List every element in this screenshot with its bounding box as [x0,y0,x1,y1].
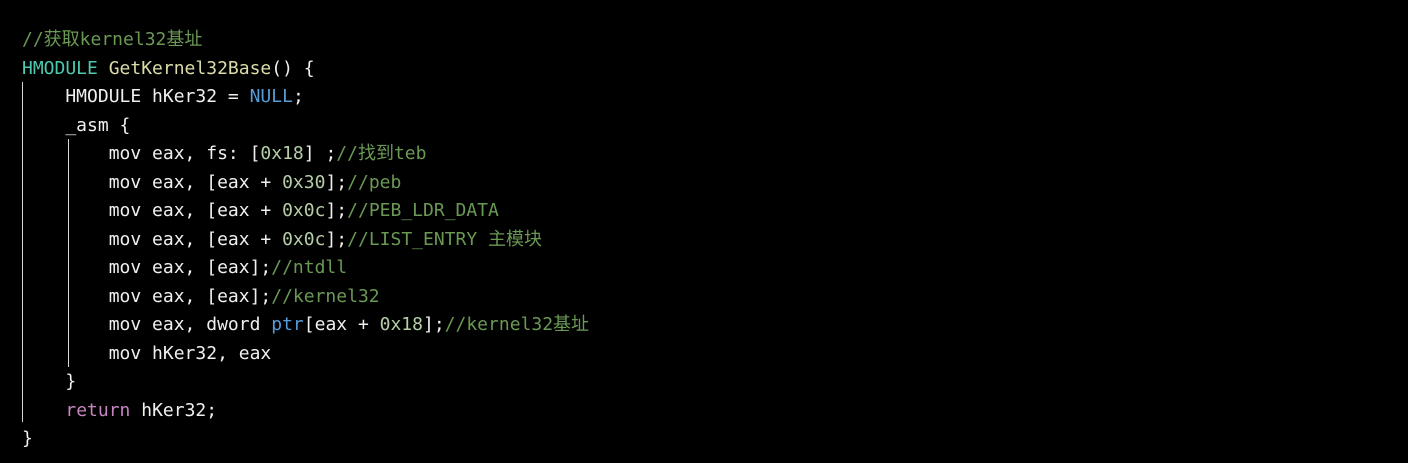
token-plain: mov hKer32, eax [22,342,272,364]
token-plain: mov eax, [eax + [22,200,283,221]
token-kw: return [65,399,131,421]
token-type: HMODULE [22,57,98,79]
token-const: NULL [249,86,293,107]
token-plain: mov eax, [eax + [22,171,283,193]
token-plain: ]; [325,228,348,250]
token-comment: //kernel32 [271,285,380,307]
code-line: mov eax, [eax];//ntdll [22,254,347,282]
token-comment: //PEB_LDR_DATA [347,200,499,221]
token-comment: //获取kernel32基址 [22,29,203,50]
token-plain: mov eax, dword [22,314,272,335]
code-editor[interactable]: //获取kernel32基址 HMODULE GetKernel32Base() … [0,0,1408,463]
token-num: 0x18 [379,314,423,335]
token-plain: [eax + [303,314,380,335]
token-plain: mov eax, [eax + [22,228,283,250]
code-line: HMODULE GetKernel32Base() { [22,55,315,83]
code-line: _asm { [22,112,130,140]
token-comment: //LIST_ENTRY 主模块 [347,228,543,250]
code-line: return hKer32; [22,397,217,425]
token-plain: hKer32; [130,399,218,421]
token-num: 0x18 [260,143,304,164]
code-line: mov hKer32, eax [22,340,272,368]
code-line: mov eax, fs: [0x18] ;//找到teb [22,140,427,168]
code-line: mov eax, [eax + 0x0c];//LIST_ENTRY 主模块 [22,226,542,254]
token-plain: ]; [422,314,445,335]
token-comment: //ntdll [271,257,348,278]
token-plain: ]; [325,200,348,221]
token-num: 0x30 [282,171,326,193]
code-line: } [22,368,76,396]
token-comment: //找到teb [336,143,427,164]
token-plain: } [22,371,77,392]
token-num: 0x0c [282,228,326,250]
token-comment: //kernel32基址 [444,314,590,335]
code-line: mov eax, [eax + 0x0c];//PEB_LDR_DATA [22,197,499,225]
token-plain: ]; [325,171,348,193]
token-plain: mov eax, [eax]; [22,285,272,307]
token-func: GetKernel32Base [108,57,272,79]
code-line: mov eax, [eax];//kernel32 [22,283,380,311]
token-plain: _asm { [22,114,131,136]
code-line: mov eax, [eax + 0x30];//peb [22,169,402,197]
token-plain: mov eax, [eax]; [22,257,272,278]
token-comment: //peb [347,171,402,193]
token-plain: () { [271,57,315,79]
code-line: HMODULE hKer32 = NULL; [22,83,304,111]
token-plain: ] ; [303,143,337,164]
code-line: } [22,425,33,453]
token-num: 0x0c [282,200,326,221]
token-const: ptr [271,314,304,335]
token-plain: HMODULE hKer32 = [22,86,250,107]
token-plain: } [22,428,33,449]
code-line: //获取kernel32基址 [22,26,202,54]
token-plain: mov eax, fs: [ [22,143,261,164]
token-plain: ; [292,86,304,107]
code-line: mov eax, dword ptr[eax + 0x18];//kernel3… [22,311,589,339]
